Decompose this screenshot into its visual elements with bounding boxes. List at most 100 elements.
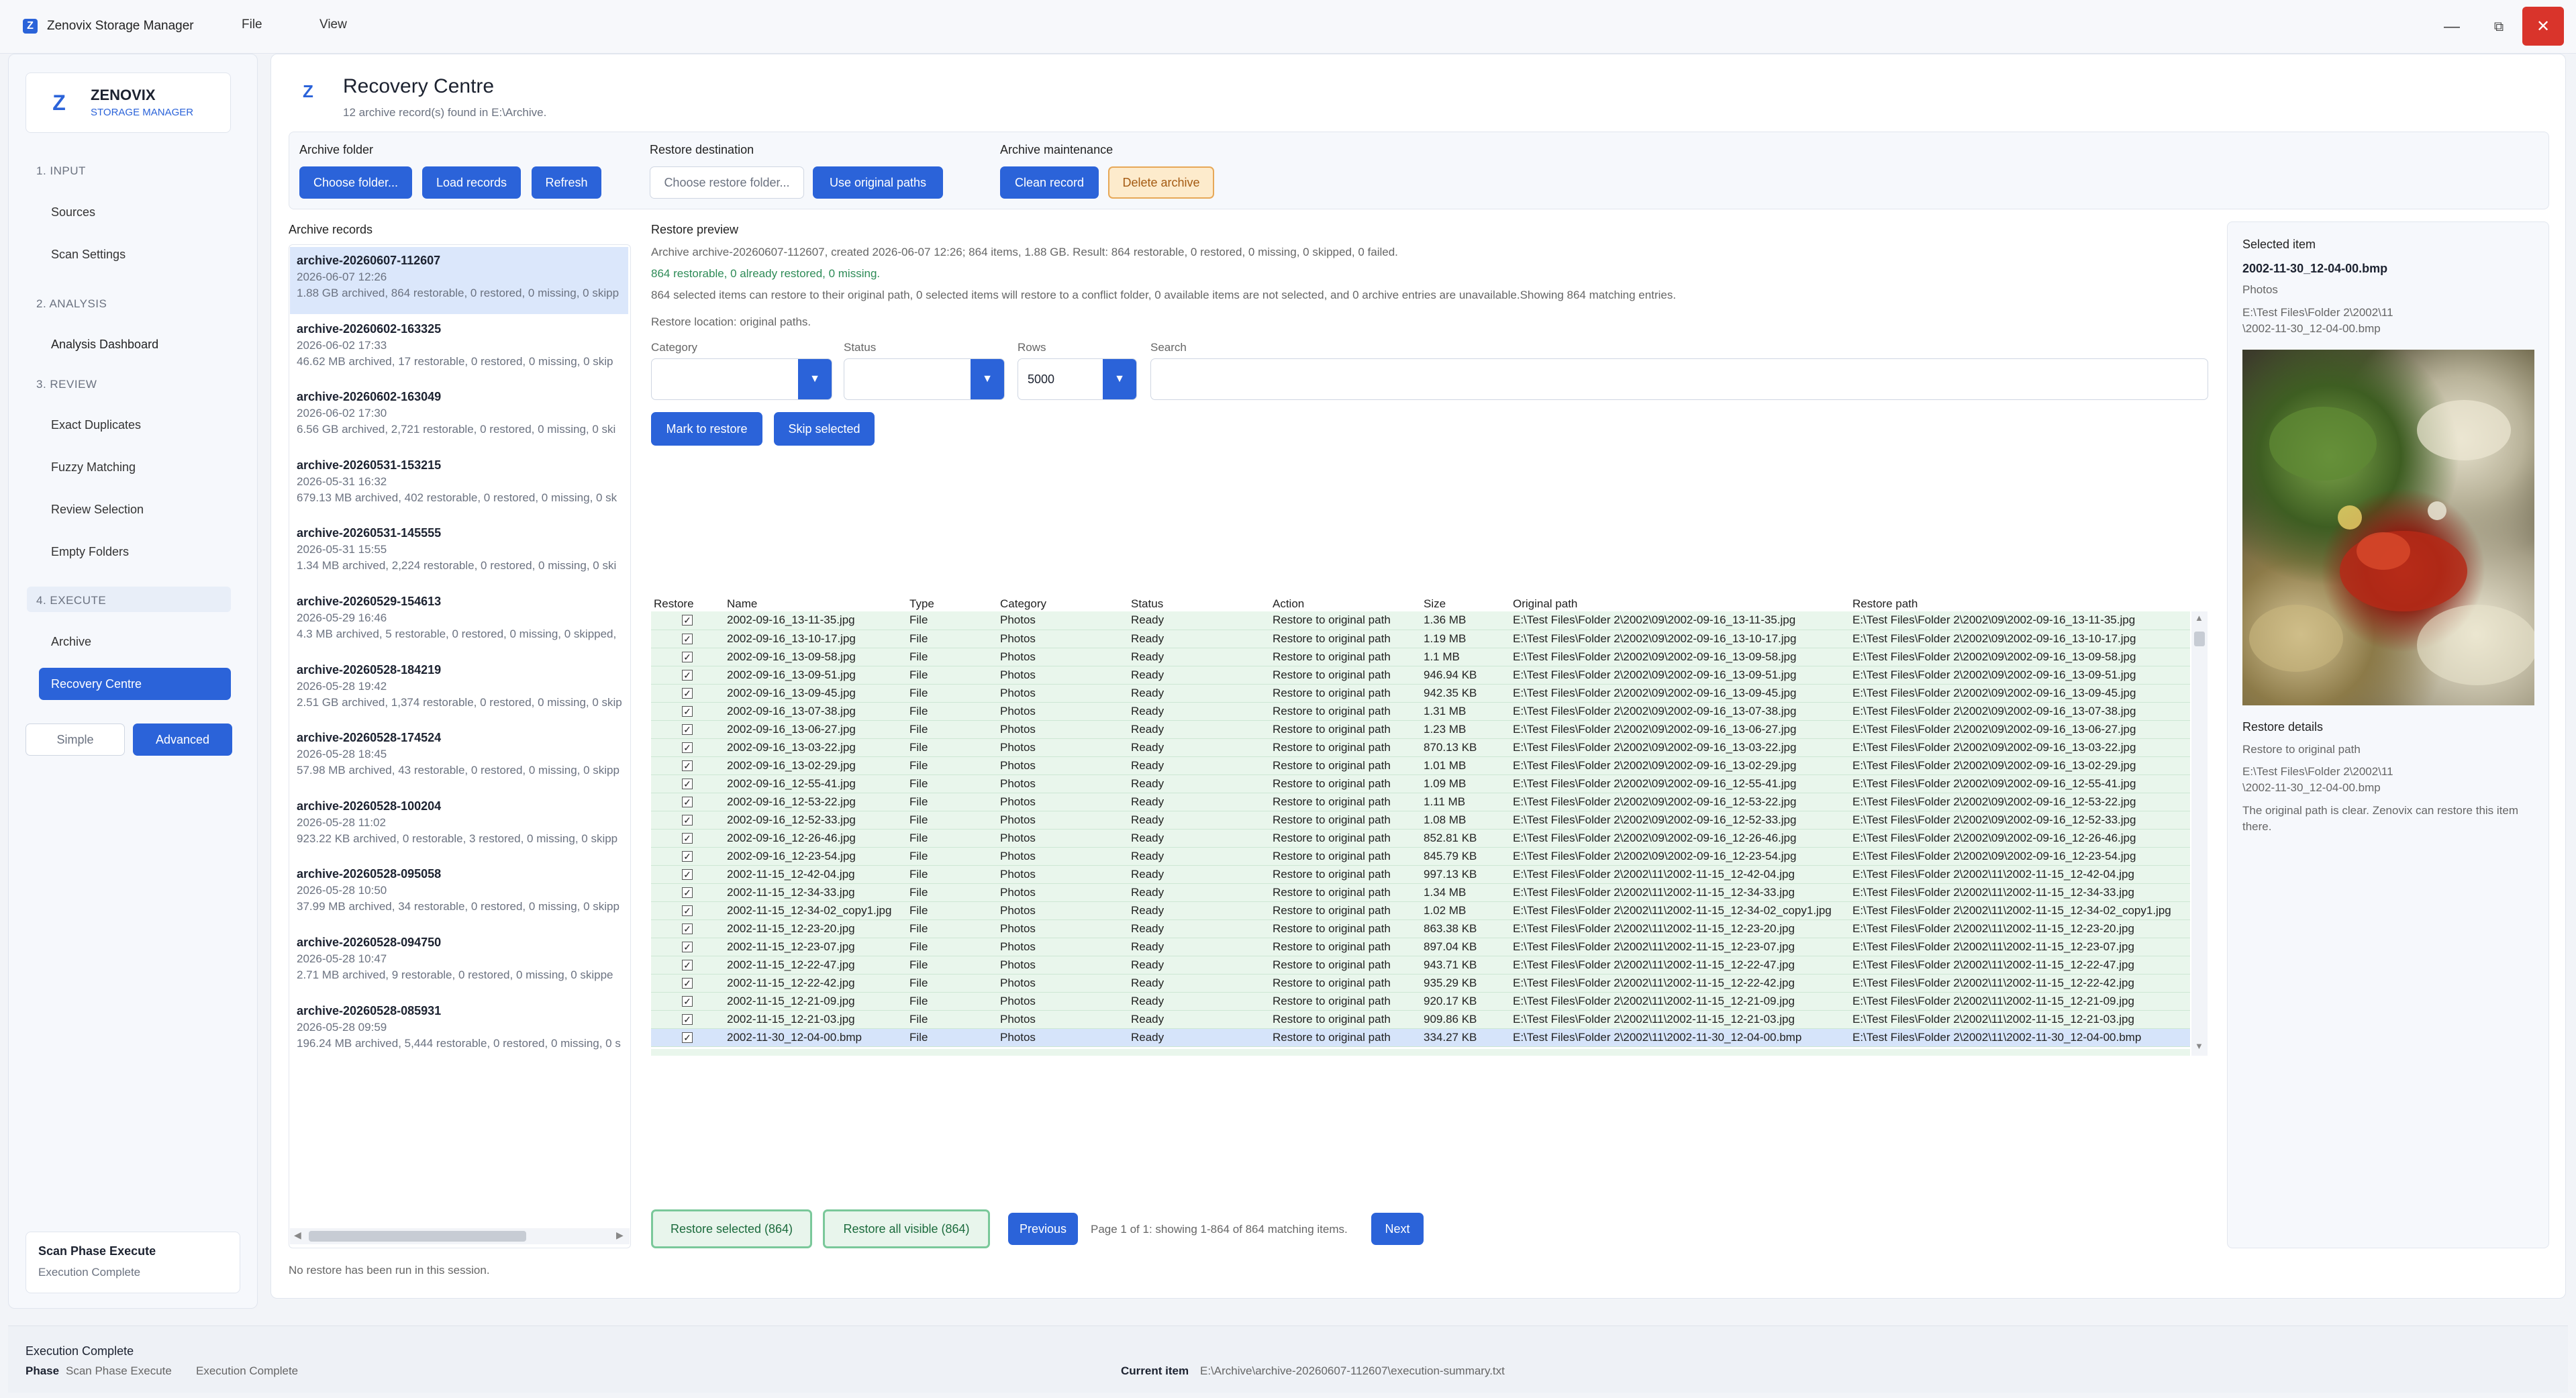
checkbox-checked-icon[interactable]: ✓ — [682, 995, 693, 1007]
checkbox-checked-icon[interactable]: ✓ — [682, 832, 693, 844]
records-scrollbar[interactable]: ◀ ▶ — [290, 1228, 630, 1244]
restore-checkbox-cell[interactable]: ✓ — [651, 938, 724, 956]
restore-checkbox-cell[interactable]: ✓ — [651, 901, 724, 920]
table-row[interactable]: ✓ 2002-09-16_12-26-46.jpg File Photos Ready R… — [651, 829, 2190, 848]
minimize-icon[interactable]: — — [2428, 0, 2475, 54]
choose-restore-folder-button[interactable]: Choose restore folder... — [650, 166, 804, 199]
col-category[interactable]: Category — [997, 597, 1128, 611]
table-row[interactable]: ✓ 2002-11-15_12-34-33.jpg File Photos Ready R… — [651, 883, 2190, 902]
restore-checkbox-cell[interactable]: ✓ — [651, 738, 724, 757]
checkbox-checked-icon[interactable]: ✓ — [682, 868, 693, 880]
table-row[interactable]: ✓ 2002-09-16_13-11-35.jpg File Photos Ready R… — [651, 611, 2190, 630]
table-scroll-thumb[interactable] — [2194, 632, 2205, 646]
archive-record-item[interactable]: archive-20260531-145555 2026-05-31 15:55 1… — [290, 519, 628, 587]
checkbox-checked-icon[interactable]: ✓ — [682, 778, 693, 789]
archive-record-item[interactable]: archive-20260602-163325 2026-06-02 17:33 4… — [290, 315, 628, 383]
restore-checkbox-cell[interactable]: ✓ — [651, 956, 724, 975]
restore-selected-button[interactable]: Restore selected (864) — [651, 1209, 812, 1248]
menu-file[interactable]: File — [242, 17, 262, 32]
checkbox-checked-icon[interactable]: ✓ — [682, 723, 693, 735]
scroll-up-icon[interactable]: ▲ — [2195, 613, 2203, 623]
col-size[interactable]: Size — [1421, 597, 1510, 611]
archive-record-item[interactable]: archive-20260528-174524 2026-05-28 18:45 5… — [290, 724, 628, 791]
table-row[interactable]: ✓ 2002-09-16_13-10-17.jpg File Photos Ready R… — [651, 630, 2190, 648]
col-name[interactable]: Name — [724, 597, 907, 611]
archive-record-item[interactable]: archive-20260528-094750 2026-05-28 10:47 2… — [290, 929, 628, 996]
sidebar-item-sources[interactable]: Sources — [39, 196, 231, 228]
col-status[interactable]: Status — [1128, 597, 1270, 611]
table-row[interactable]: ✓ 2002-11-15_12-22-47.jpg File Photos Ready R… — [651, 956, 2190, 975]
table-row[interactable]: ✓ 2002-11-15_12-23-07.jpg File Photos Ready R… — [651, 938, 2190, 956]
restore-checkbox-cell[interactable]: ✓ — [651, 611, 724, 630]
table-row[interactable]: ✓ 2002-11-15_12-34-02_copy1.jpg File Photos… — [651, 901, 2190, 920]
load-records-button[interactable]: Load records — [422, 166, 521, 199]
checkbox-checked-icon[interactable]: ✓ — [682, 959, 693, 970]
table-row[interactable]: ✓ 2002-09-16_13-06-27.jpg File Photos Ready R… — [651, 720, 2190, 739]
table-row[interactable]: ✓ 2002-11-15_12-42-04.jpg File Photos Ready R… — [651, 865, 2190, 884]
checkbox-checked-icon[interactable]: ✓ — [682, 850, 693, 862]
checkbox-checked-icon[interactable]: ✓ — [682, 796, 693, 807]
restore-checkbox-cell[interactable]: ✓ — [651, 865, 724, 884]
next-button[interactable]: Next — [1371, 1213, 1424, 1245]
archive-record-item[interactable]: archive-20260528-085931 2026-05-28 09:59 1… — [290, 997, 628, 1064]
archive-record-item[interactable]: archive-20260602-163049 2026-06-02 17:30 6… — [290, 383, 628, 450]
checkbox-checked-icon[interactable]: ✓ — [682, 633, 693, 644]
table-row[interactable]: ✓ 2002-09-16_13-07-38.jpg File Photos Ready R… — [651, 702, 2190, 721]
col-action[interactable]: Action — [1270, 597, 1421, 611]
table-row[interactable]: ✓ 2002-09-16_12-55-41.jpg File Photos Ready R… — [651, 775, 2190, 793]
menu-view[interactable]: View — [319, 17, 347, 32]
records-scroll-thumb[interactable] — [309, 1231, 526, 1242]
restore-checkbox-cell[interactable]: ✓ — [651, 1010, 724, 1029]
checkbox-checked-icon[interactable]: ✓ — [682, 705, 693, 717]
table-row[interactable]: ✓ 2002-09-16_13-09-45.jpg File Photos Ready R… — [651, 684, 2190, 703]
table-vscrollbar[interactable]: ▲ ▼ — [2191, 611, 2208, 1056]
search-input[interactable] — [1150, 358, 2208, 400]
sidebar-item-exact-duplicates[interactable]: Exact Duplicates — [39, 409, 231, 441]
table-row[interactable]: ✓ 2002-11-15_12-21-09.jpg File Photos Ready R… — [651, 992, 2190, 1011]
checkbox-checked-icon[interactable]: ✓ — [682, 760, 693, 771]
sidebar-item-archive[interactable]: Archive — [39, 626, 231, 658]
restore-window-icon[interactable]: ⧉ — [2475, 0, 2522, 54]
col-restore[interactable]: Restore — [651, 597, 724, 611]
mode-simple-button[interactable]: Simple — [26, 723, 125, 756]
restore-checkbox-cell[interactable]: ✓ — [651, 648, 724, 666]
restore-checkbox-cell[interactable]: ✓ — [651, 883, 724, 902]
sidebar-item-fuzzy-matching[interactable]: Fuzzy Matching — [39, 451, 231, 483]
restore-checkbox-cell[interactable]: ✓ — [651, 702, 724, 721]
restore-checkbox-cell[interactable]: ✓ — [651, 811, 724, 830]
archive-record-item[interactable]: archive-20260607-112607 2026-06-07 12:26 1… — [290, 247, 628, 314]
rows-select[interactable]: 5000 ▼ — [1018, 358, 1137, 400]
table-row[interactable]: ✓ 2002-11-15_12-21-03.jpg File Photos Ready R… — [651, 1010, 2190, 1029]
checkbox-checked-icon[interactable]: ✓ — [682, 651, 693, 662]
table-row[interactable]: ✓ 2002-09-16_13-09-51.jpg File Photos Ready R… — [651, 666, 2190, 685]
restore-checkbox-cell[interactable]: ✓ — [651, 793, 724, 811]
category-select[interactable]: ▼ — [651, 358, 832, 400]
checkbox-checked-icon[interactable]: ✓ — [682, 1032, 693, 1043]
chevron-down-icon[interactable]: ▼ — [1103, 359, 1136, 399]
checkbox-checked-icon[interactable]: ✓ — [682, 742, 693, 753]
status-select[interactable]: ▼ — [844, 358, 1005, 400]
sidebar-item-analysis-dashboard[interactable]: Analysis Dashboard — [39, 328, 231, 360]
checkbox-checked-icon[interactable]: ✓ — [682, 941, 693, 952]
table-row[interactable]: ✓ 2002-11-30_12-04-00.bmp File Photos Ready R… — [651, 1028, 2190, 1047]
archive-record-item[interactable]: archive-20260528-095058 2026-05-28 10:50 3… — [290, 860, 628, 928]
archive-record-item[interactable]: archive-20260531-153215 2026-05-31 16:32 6… — [290, 452, 628, 519]
table-row[interactable]: ✓ 2002-09-16_12-53-22.jpg File Photos Ready R… — [651, 793, 2190, 811]
table-row[interactable]: ✓ 2002-09-16_12-23-54.jpg File Photos Ready R… — [651, 847, 2190, 866]
checkbox-checked-icon[interactable]: ✓ — [682, 615, 693, 626]
archive-record-item[interactable]: archive-20260529-154613 2026-05-29 16:46 4… — [290, 588, 628, 655]
sidebar-item-empty-folders[interactable]: Empty Folders — [39, 536, 231, 568]
skip-selected-button[interactable]: Skip selected — [774, 412, 875, 446]
choose-folder-button[interactable]: Choose folder... — [299, 166, 412, 199]
table-row[interactable]: ✓ 2002-11-15_12-23-20.jpg File Photos Ready R… — [651, 919, 2190, 938]
previous-button[interactable]: Previous — [1008, 1213, 1078, 1245]
table-row[interactable]: ✓ 2002-09-16_13-03-22.jpg File Photos Ready R… — [651, 738, 2190, 757]
checkbox-checked-icon[interactable]: ✓ — [682, 1013, 693, 1025]
restore-checkbox-cell[interactable]: ✓ — [651, 919, 724, 938]
table-row[interactable]: ✓ 2002-09-16_13-02-29.jpg File Photos Ready R… — [651, 756, 2190, 775]
restore-all-visible-button[interactable]: Restore all visible (864) — [823, 1209, 990, 1248]
restore-checkbox-cell[interactable]: ✓ — [651, 992, 724, 1011]
restore-checkbox-cell[interactable]: ✓ — [651, 684, 724, 703]
scroll-down-icon[interactable]: ▼ — [2195, 1041, 2203, 1051]
checkbox-checked-icon[interactable]: ✓ — [682, 814, 693, 826]
